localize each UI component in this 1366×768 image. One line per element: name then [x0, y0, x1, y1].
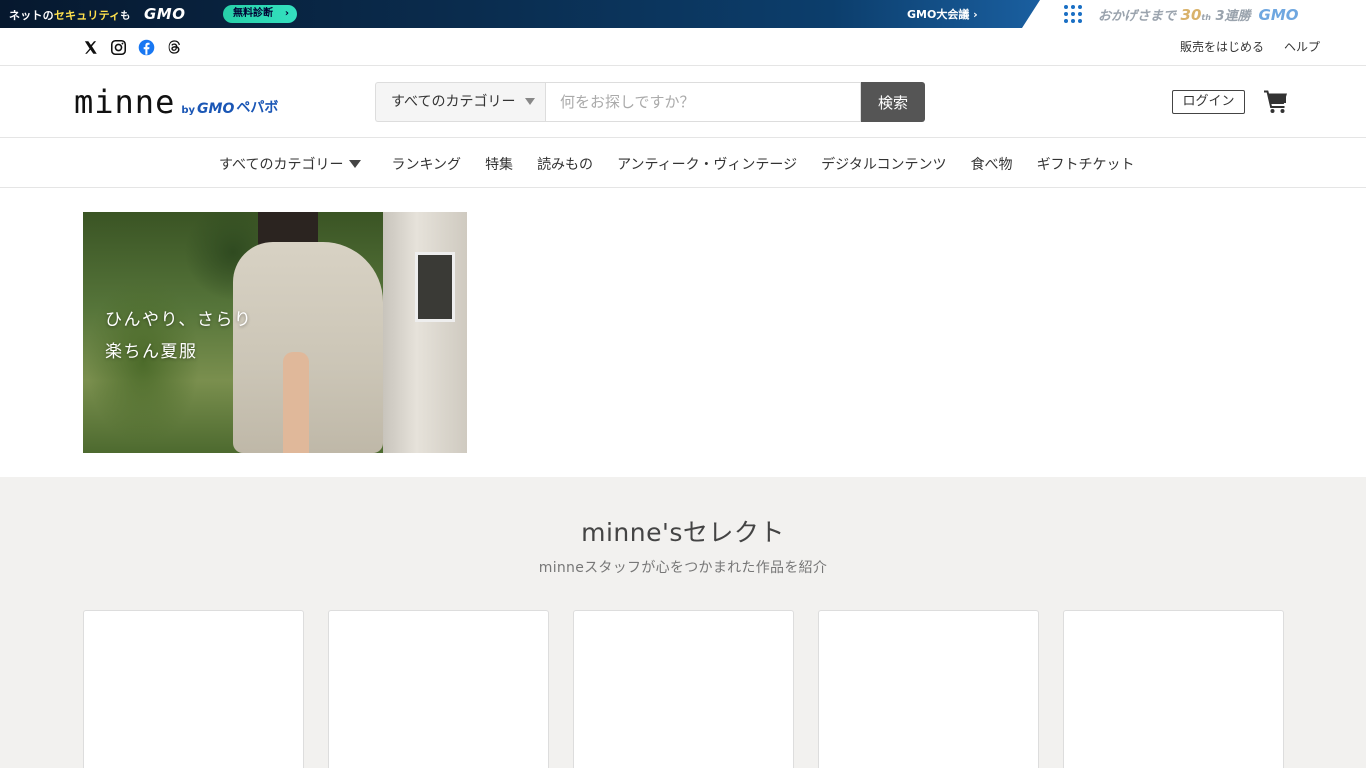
banner-house	[383, 212, 467, 453]
product-card[interactable]	[328, 610, 549, 768]
product-card[interactable]	[83, 610, 304, 768]
caret-down-icon	[525, 98, 535, 105]
logo-pepabo: ペパボ	[236, 100, 279, 116]
thanks-pre: おかげさまで	[1098, 9, 1177, 24]
thanks-unit: th	[1201, 13, 1211, 22]
banner-window	[415, 252, 455, 322]
social-links	[81, 38, 183, 56]
gmo-security-text: ネットのセキュリティも	[9, 7, 131, 23]
help-link[interactable]: ヘルプ	[1284, 38, 1320, 55]
gmo-security-pre: ネットの	[9, 9, 54, 22]
search-category-select[interactable]: すべてのカテゴリー	[375, 82, 545, 122]
nav-item-food[interactable]: 食べ物	[971, 154, 1013, 174]
utility-bar: 販売をはじめる ヘルプ	[0, 28, 1366, 66]
nav-item-all-categories[interactable]: すべてのカテゴリー	[219, 154, 362, 174]
product-cards	[83, 610, 1284, 768]
login-button[interactable]: ログイン	[1172, 90, 1245, 114]
nav-item-articles[interactable]: 読みもの	[537, 154, 593, 174]
logo-minne: minne	[74, 83, 176, 121]
logo-by: by	[181, 105, 196, 116]
start-selling-link[interactable]: 販売をはじめる	[1180, 38, 1264, 55]
section-subtitle: minneスタッフが心をつかまれた作品を紹介	[538, 560, 828, 576]
nav-item-ranking[interactable]: ランキング	[391, 154, 461, 174]
category-nav: すべてのカテゴリー ランキング 特集 読みもの アンティーク・ヴィンテージ デジ…	[0, 139, 1366, 188]
product-card[interactable]	[573, 610, 794, 768]
gmo-promo-bar: ネットのセキュリティも GMO 無料診断 › GMO大会議 › おかげさまで 30…	[0, 0, 1366, 28]
gmo-thanks-text: おかげさまで 30th 3連勝 GMO	[1098, 5, 1299, 24]
banner-line-1: ひんやり、さらり	[105, 310, 253, 330]
caret-down-icon	[349, 160, 362, 168]
gmo-promo-left[interactable]: ネットのセキュリティも GMO 無料診断 › GMO大会議 ›	[0, 0, 1040, 28]
gmo-right-logo: GMO	[1258, 6, 1299, 24]
free-diagnosis-label: 無料診断	[233, 8, 273, 19]
section-title: minne'sセレクト	[581, 518, 785, 547]
banner-text: ひんやり、さらり 楽ちん夏服	[105, 304, 252, 368]
nav-item-features[interactable]: 特集	[485, 154, 513, 174]
utility-links: 販売をはじめる ヘルプ	[1180, 38, 1320, 55]
free-diagnosis-button[interactable]: 無料診断 ›	[223, 5, 297, 23]
nav-item-label: すべてのカテゴリー	[219, 157, 344, 173]
logo-gmo: GMO	[197, 101, 235, 117]
nav-item-gift-ticket[interactable]: ギフトチケット	[1037, 154, 1135, 174]
threads-icon[interactable]	[165, 38, 183, 56]
minnes-select-section: minne'sセレクト minneスタッフが心をつかまれた作品を紹介	[0, 477, 1366, 768]
gmo-promo-right[interactable]: おかげさまで 30th 3連勝 GMO	[1040, 0, 1366, 28]
x-icon[interactable]	[81, 38, 99, 56]
product-card[interactable]	[1063, 610, 1284, 768]
facebook-icon[interactable]	[137, 38, 155, 56]
search-input[interactable]	[545, 82, 861, 122]
feature-banner[interactable]: ひんやり、さらり 楽ちん夏服	[83, 212, 467, 453]
instagram-icon[interactable]	[109, 38, 127, 56]
search-category-label: すべてのカテゴリー	[391, 94, 516, 110]
search-button[interactable]: 検索	[861, 82, 925, 122]
thanks-num: 30	[1180, 6, 1202, 24]
gmo-logo: GMO	[144, 5, 186, 23]
banner-line-2: 楽ちん夏服	[105, 342, 198, 362]
apps-grid-icon[interactable]	[1064, 5, 1082, 23]
gmo-security-highlight: セキュリティ	[53, 9, 121, 22]
product-card[interactable]	[818, 610, 1039, 768]
nav-item-digital-content[interactable]: デジタルコンテンツ	[821, 154, 946, 174]
cart-icon[interactable]	[1263, 88, 1289, 114]
site-header: minne by GMO ペパボ すべてのカテゴリー 検索 ログイン	[0, 66, 1366, 138]
chevron-right-icon: ›	[284, 8, 289, 19]
gmo-security-post: も	[120, 11, 131, 22]
site-logo[interactable]: minne by GMO ペパボ	[74, 86, 278, 118]
thanks-post: 3連勝	[1215, 9, 1251, 24]
gmo-conference-link[interactable]: GMO大会議 ›	[907, 6, 978, 22]
search-bar: すべてのカテゴリー 検索	[375, 82, 925, 122]
nav-item-antique-vintage[interactable]: アンティーク・ヴィンテージ	[617, 154, 797, 174]
banner-person-arm	[283, 352, 309, 453]
